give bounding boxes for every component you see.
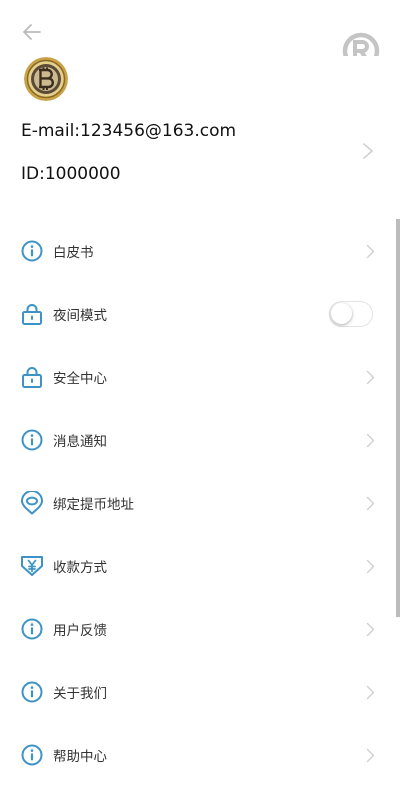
menu-item-notifications[interactable]: 消息通知	[0, 408, 396, 471]
menu-item-label: 关于我们	[53, 686, 107, 702]
yen-shield-icon	[21, 556, 43, 576]
menu-item-label: 消息通知	[53, 434, 107, 450]
menu-item-label: 绑定提币地址	[53, 497, 134, 513]
profile-row[interactable]: E-mail:123456@163.com ID:1000000	[0, 110, 400, 200]
lock-icon	[22, 367, 42, 388]
registered-logo-icon	[342, 32, 380, 56]
chevron-right-icon	[366, 496, 375, 511]
bitcoin-coin-avatar	[24, 57, 68, 101]
menu-item-user-feedback[interactable]: 用户反馈	[0, 597, 396, 660]
toggle-knob	[331, 303, 352, 324]
info-icon	[21, 744, 43, 766]
back-arrow-icon[interactable]	[20, 20, 44, 44]
menu-item-help-center[interactable]: 帮助中心	[0, 723, 396, 786]
info-icon	[21, 429, 43, 451]
menu-item-night-mode: 夜间模式	[0, 282, 396, 345]
settings-menu: 白皮书 夜间模式 安全中心 消息通知 绑定提币地址 收款方式 用户反馈 关于我们…	[0, 219, 396, 786]
menu-item-label: 夜间模式	[53, 308, 107, 324]
menu-item-label: 收款方式	[53, 560, 107, 576]
menu-item-about-us[interactable]: 关于我们	[0, 660, 396, 723]
chevron-right-icon	[366, 433, 375, 448]
chevron-right-icon	[366, 685, 375, 700]
menu-item-label: 安全中心	[53, 371, 107, 387]
info-icon	[21, 240, 43, 262]
email-text: E-mail:123456@163.com	[21, 121, 237, 141]
scrollbar-thumb[interactable]	[396, 219, 400, 617]
chevron-right-icon	[366, 559, 375, 574]
chevron-right-icon	[363, 143, 373, 159]
chevron-right-icon	[366, 244, 375, 259]
avatar[interactable]	[24, 57, 68, 101]
lock-icon	[22, 304, 42, 325]
chevron-right-icon	[366, 622, 375, 637]
menu-item-label: 用户反馈	[53, 623, 107, 639]
location-pin-icon	[21, 491, 43, 515]
menu-item-label: 白皮书	[53, 245, 94, 261]
menu-item-bind-withdraw-address[interactable]: 绑定提币地址	[0, 471, 396, 534]
info-icon	[21, 681, 43, 703]
chevron-right-icon	[366, 748, 375, 763]
menu-item-label: 帮助中心	[53, 749, 107, 765]
user-id-text: ID:1000000	[21, 164, 121, 184]
night-mode-toggle[interactable]	[329, 301, 373, 327]
chevron-right-icon	[366, 370, 375, 385]
menu-item-payment-methods[interactable]: 收款方式	[0, 534, 396, 597]
menu-item-whitepaper[interactable]: 白皮书	[0, 219, 396, 282]
menu-item-security-center[interactable]: 安全中心	[0, 345, 396, 408]
info-icon	[21, 618, 43, 640]
